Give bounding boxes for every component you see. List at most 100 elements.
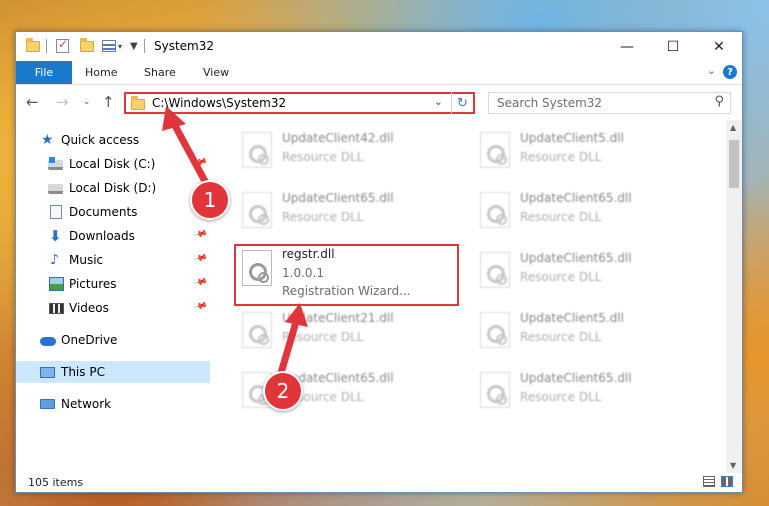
up-arrow-icon[interactable]: ↑ (102, 93, 115, 111)
sidebar-item-label: Local Disk (D:) (69, 181, 157, 195)
title-bar: ▾ ▼ System32 — ☐ ✕ (16, 32, 742, 61)
scroll-up-icon[interactable]: ▲ (730, 123, 736, 132)
address-row: ← → ⌄ ↑ C:\Windows\System32 ⌄ ↻ Search S… (16, 86, 742, 120)
close-button[interactable]: ✕ (696, 32, 742, 61)
sidebar-item-this-pc[interactable]: This PC (16, 361, 210, 383)
sidebar-item-network[interactable]: Network (16, 393, 210, 415)
ribbon-expand-icon[interactable]: ⌄ (707, 64, 716, 77)
file-item[interactable]: UpdateClient65.dll Resource DLL (234, 186, 459, 238)
file-explorer-window: ▾ ▼ System32 — ☐ ✕ File Home Share View … (15, 31, 743, 493)
vertical-scrollbar[interactable]: ▲ ▼ (726, 120, 742, 473)
back-arrow-icon[interactable]: ← (26, 93, 39, 111)
customize-icon[interactable] (102, 40, 116, 52)
file-description: Registration Wizard... (282, 284, 411, 298)
sidebar-item-label: Music (69, 253, 104, 267)
status-bar: 105 items (16, 473, 742, 492)
sidebar-item-local-disk-c[interactable]: Local Disk (C:) 📌 (16, 153, 210, 175)
chevron-down-icon[interactable]: ⌄ (434, 95, 443, 108)
sidebar-item-pictures[interactable]: Pictures 📌 (16, 273, 210, 295)
refresh-icon[interactable]: ↻ (451, 92, 473, 114)
file-type: Resource DLL (520, 150, 602, 164)
sidebar-item-onedrive[interactable]: OneDrive (16, 329, 210, 351)
dll-file-icon (480, 312, 510, 348)
file-type: Resource DLL (520, 330, 602, 344)
address-path[interactable]: C:\Windows\System32 (152, 96, 286, 110)
tab-view[interactable]: View (203, 66, 229, 79)
file-name: UpdateClient5.dll (520, 131, 624, 145)
sidebar-item-label: Quick access (61, 133, 140, 147)
file-type: Resource DLL (520, 210, 602, 224)
file-name: UpdateClient65.dll (282, 191, 394, 205)
search-placeholder[interactable]: Search System32 (497, 96, 602, 110)
sidebar-item-local-disk-d[interactable]: Local Disk (D:) 📌 (16, 177, 210, 199)
drive-icon (48, 157, 63, 170)
item-count: 105 items (28, 476, 84, 489)
properties-check-icon[interactable] (56, 37, 69, 53)
tab-share[interactable]: Share (144, 66, 176, 79)
pin-icon: 📌 (193, 275, 208, 291)
sidebar-item-label: Pictures (69, 277, 117, 291)
downloads-icon: ⬇ (49, 227, 62, 245)
maximize-button[interactable]: ☐ (650, 32, 696, 61)
recent-locations-chevron-icon[interactable]: ⌄ (83, 97, 91, 107)
sidebar-item-label: This PC (61, 365, 105, 379)
step-1-badge: 1 (190, 180, 230, 220)
pictures-icon (49, 277, 64, 291)
file-type: Resource DLL (282, 210, 364, 224)
file-item[interactable]: UpdateClient5.dll Resource DLL (472, 306, 697, 358)
forward-arrow-icon[interactable]: → (56, 93, 69, 111)
quick-access-toolbar (26, 37, 40, 54)
sidebar-item-videos[interactable]: Videos 📌 (16, 297, 210, 319)
navigation-pane: ★ Quick access Local Disk (C:) 📌 Local D… (16, 120, 210, 473)
folder-icon (131, 96, 145, 110)
tiles-view-icon[interactable] (721, 476, 733, 487)
file-item[interactable]: UpdateClient42.dll Resource DLL (234, 126, 459, 178)
file-item[interactable]: UpdateClient21.dll Resource DLL (234, 306, 459, 358)
dll-file-icon (242, 250, 272, 286)
file-type: Resource DLL (282, 330, 364, 344)
file-name: UpdateClient65.dll (520, 191, 632, 205)
qa-dropdown-icon[interactable]: ▾ (118, 38, 122, 54)
music-icon: ♪ (50, 252, 59, 268)
qa-customize-dropdown-icon[interactable]: ▼ (130, 38, 138, 54)
file-name: UpdateClient21.dll (282, 311, 394, 325)
sidebar-item-label: OneDrive (61, 333, 118, 347)
tab-home[interactable]: Home (85, 66, 117, 79)
scrollbar-thumb[interactable] (729, 140, 739, 188)
scroll-down-icon[interactable]: ▼ (730, 461, 736, 470)
help-icon[interactable]: ? (723, 65, 737, 79)
sidebar-item-documents[interactable]: Documents 📌 (16, 201, 210, 223)
details-view-icon[interactable] (703, 476, 715, 487)
new-folder-icon[interactable] (80, 37, 94, 52)
pin-icon: 📌 (193, 251, 208, 267)
file-item[interactable]: UpdateClient65.dll Resource DLL (472, 186, 697, 238)
pin-icon: 📌 (193, 299, 208, 315)
address-bar[interactable]: C:\Windows\System32 ⌄ ↻ (124, 92, 475, 114)
file-name: UpdateClient65.dll (520, 251, 632, 265)
pin-icon: 📌 (193, 155, 208, 171)
file-item[interactable]: UpdateClient65.dll Resource DLL (472, 366, 697, 418)
file-name: UpdateClient42.dll (282, 131, 394, 145)
sidebar-item-label: Local Disk (C:) (69, 157, 156, 171)
sidebar-item-music[interactable]: ♪ Music 📌 (16, 249, 210, 271)
file-item-regstr[interactable]: regstr.dll 1.0.0.1 Registration Wizard..… (234, 244, 459, 306)
videos-icon (49, 303, 64, 314)
window-title: System32 (154, 39, 215, 53)
sidebar-item-downloads[interactable]: ⬇ Downloads 📌 (16, 225, 210, 247)
dll-file-icon (480, 132, 510, 168)
file-name: UpdateClient5.dll (520, 311, 624, 325)
dll-file-icon (480, 252, 510, 288)
file-item[interactable]: UpdateClient5.dll Resource DLL (472, 126, 697, 178)
sidebar-item-label: Videos (69, 301, 109, 315)
minimize-button[interactable]: — (604, 32, 650, 61)
search-icon[interactable]: ⚲ (714, 94, 724, 109)
dll-file-icon (242, 192, 272, 228)
dll-file-icon (242, 312, 272, 348)
search-input[interactable]: Search System32 ⚲ (488, 92, 731, 114)
sidebar-item-label: Documents (69, 205, 138, 219)
onedrive-icon (40, 337, 56, 346)
tab-file[interactable]: File (16, 61, 72, 84)
file-name: UpdateClient65.dll (520, 371, 632, 385)
sidebar-item-quick-access[interactable]: ★ Quick access (16, 129, 210, 151)
file-item[interactable]: UpdateClient65.dll Resource DLL (472, 246, 697, 298)
